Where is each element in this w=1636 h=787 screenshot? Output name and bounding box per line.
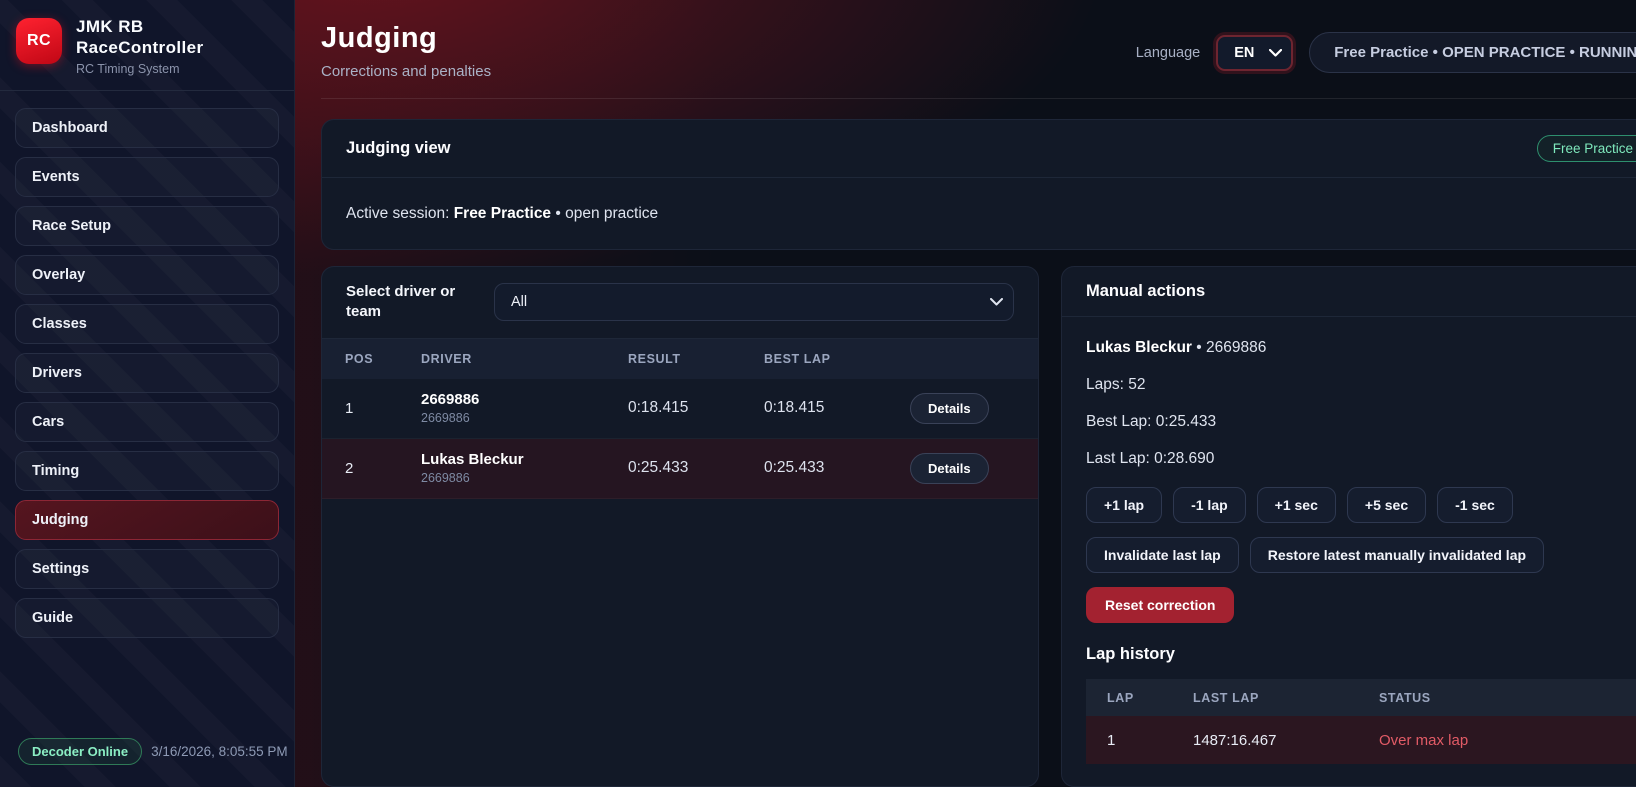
lap-history-title: Lap history — [1086, 645, 1636, 664]
active-session-line: Active session: Free Practice • open pra… — [322, 178, 1636, 250]
table-row-selected[interactable]: 2 Lukas Bleckur 2669886 0:25.433 0:25.43… — [322, 439, 1038, 499]
invalidate-last-lap-button[interactable]: Invalidate last lap — [1086, 537, 1239, 573]
col-best-lap: BEST LAP — [764, 352, 910, 366]
lap-validity-buttons: Invalidate last lap Restore latest manua… — [1086, 537, 1636, 573]
lap-number: 1 — [1107, 732, 1193, 749]
lap-history-header: LAP LAST LAP STATUS — [1086, 679, 1636, 716]
best-lap-line: Best Lap: 0:25.433 — [1086, 413, 1636, 431]
sidebar-item-events[interactable]: Events — [15, 157, 279, 197]
judging-view-title: Judging view — [346, 139, 451, 158]
lap-history-table: LAP LAST LAP STATUS 1 1487:16.467 Over m… — [1086, 679, 1636, 764]
language-select-wrap: EN — [1216, 35, 1293, 71]
plus-1-lap-button[interactable]: +1 lap — [1086, 487, 1162, 523]
details-button[interactable]: Details — [910, 393, 989, 424]
last-lap-line: Last Lap: 0:28.690 — [1086, 450, 1636, 468]
lap-history-row: 1 1487:16.467 Over max lap — [1086, 716, 1636, 764]
sidebar-item-classes[interactable]: Classes — [15, 304, 279, 344]
main-area: Judging Corrections and penalties Langua… — [295, 0, 1636, 787]
row-driver: 2669886 2669886 — [421, 391, 628, 425]
app-title-line1: JMK RB — [76, 16, 203, 37]
decoder-status-badge: Decoder Online — [18, 738, 142, 765]
sidebar: RC JMK RB RaceController RC Timing Syste… — [0, 0, 295, 787]
driver-panel-card: Select driver or team All — [321, 266, 1039, 787]
sidebar-nav: Dashboard Events Race Setup Overlay Clas… — [0, 91, 294, 655]
driver-select-wrap: All — [494, 283, 1014, 321]
driver-table: POS DRIVER RESULT BEST LAP 1 2669886 266… — [322, 339, 1038, 499]
driver-transponder: 2669886 — [421, 411, 628, 425]
app-logo-icon: RC — [16, 18, 62, 64]
driver-select-label: Select driver or team — [346, 282, 472, 323]
lap-status: Over max lap — [1379, 732, 1636, 749]
lap-time: 1487:16.467 — [1193, 732, 1379, 749]
driver-table-header: POS DRIVER RESULT BEST LAP — [322, 339, 1038, 379]
details-button[interactable]: Details — [910, 453, 989, 484]
sidebar-item-race-setup[interactable]: Race Setup — [15, 206, 279, 246]
sidebar-item-settings[interactable]: Settings — [15, 549, 279, 589]
row-pos: 2 — [345, 460, 421, 477]
row-best-lap: 0:25.433 — [764, 459, 910, 477]
header-controls: Language EN Free Practice • OPEN PRACTIC… — [1136, 32, 1636, 73]
row-driver: Lukas Bleckur 2669886 — [421, 451, 628, 485]
sidebar-footer: Decoder Online 3/16/2026, 8:05:55 PM — [0, 722, 294, 787]
active-session-prefix: Active session: — [346, 205, 454, 222]
header-divider — [321, 98, 1636, 99]
sidebar-item-judging[interactable]: Judging — [15, 500, 279, 540]
page-title: Judging — [321, 22, 491, 55]
row-best-lap: 0:18.415 — [764, 399, 910, 417]
selected-driver-number: • 2669886 — [1192, 339, 1266, 356]
active-session-name: Free Practice — [454, 205, 551, 222]
col-lap: LAP — [1107, 691, 1193, 705]
app-title-line2: RaceController — [76, 37, 203, 58]
table-row[interactable]: 1 2669886 2669886 0:18.415 0:18.415 Deta… — [322, 379, 1038, 439]
judging-view-header: Judging view Free Practice — [322, 120, 1636, 178]
driver-select[interactable]: All — [494, 283, 1014, 321]
selected-driver-line: Lukas Bleckur • 2669886 — [1086, 339, 1636, 357]
minus-1-sec-button[interactable]: -1 sec — [1437, 487, 1513, 523]
page-subtitle: Corrections and penalties — [321, 63, 491, 80]
app-subtitle: RC Timing System — [76, 62, 203, 76]
manual-actions-header: Manual actions — [1062, 267, 1636, 317]
col-result: RESULT — [628, 352, 764, 366]
row-result: 0:18.415 — [628, 399, 764, 417]
reset-correction-button[interactable]: Reset correction — [1086, 587, 1234, 623]
sidebar-item-timing[interactable]: Timing — [15, 451, 279, 491]
sidebar-item-drivers[interactable]: Drivers — [15, 353, 279, 393]
sidebar-item-guide[interactable]: Guide — [15, 598, 279, 638]
col-pos: POS — [345, 352, 421, 366]
app-title-block: JMK RB RaceController RC Timing System — [76, 16, 203, 76]
manual-actions-title: Manual actions — [1086, 282, 1205, 301]
manual-actions-card: Manual actions Lukas Bleckur • 2669886 L… — [1061, 266, 1636, 787]
page-header: Judging Corrections and penalties Langua… — [321, 22, 1636, 98]
col-driver: DRIVER — [421, 352, 628, 366]
driver-select-row: Select driver or team All — [322, 267, 1038, 338]
selected-driver-name: Lukas Bleckur — [1086, 339, 1192, 356]
language-label: Language — [1136, 45, 1201, 61]
driver-name: Lukas Bleckur — [421, 451, 628, 468]
laps-line: Laps: 52 — [1086, 376, 1636, 394]
sidebar-item-cars[interactable]: Cars — [15, 402, 279, 442]
col-status: STATUS — [1379, 691, 1636, 705]
page-header-titles: Judging Corrections and penalties — [321, 22, 491, 80]
sidebar-item-overlay[interactable]: Overlay — [15, 255, 279, 295]
sidebar-item-dashboard[interactable]: Dashboard — [15, 108, 279, 148]
manual-actions-body: Lukas Bleckur • 2669886 Laps: 52 Best La… — [1062, 317, 1636, 786]
app-root: RC JMK RB RaceController RC Timing Syste… — [0, 0, 1636, 787]
restore-invalidated-lap-button[interactable]: Restore latest manually invalidated lap — [1250, 537, 1544, 573]
driver-name: 2669886 — [421, 391, 628, 408]
row-pos: 1 — [345, 400, 421, 417]
quick-action-buttons: +1 lap -1 lap +1 sec +5 sec -1 sec — [1086, 487, 1636, 523]
driver-transponder: 2669886 — [421, 471, 628, 485]
row-result: 0:25.433 — [628, 459, 764, 477]
col-last-lap: LAST LAP — [1193, 691, 1379, 705]
judging-view-card: Judging view Free Practice Active sessio… — [321, 119, 1636, 250]
plus-5-sec-button[interactable]: +5 sec — [1347, 487, 1426, 523]
footer-timestamp: 3/16/2026, 8:05:55 PM — [151, 744, 288, 759]
language-select[interactable]: EN — [1216, 35, 1293, 71]
active-session-suffix: • open practice — [551, 205, 658, 222]
session-badge: Free Practice — [1537, 135, 1636, 162]
minus-1-lap-button[interactable]: -1 lap — [1173, 487, 1246, 523]
app-logo-block: RC JMK RB RaceController RC Timing Syste… — [0, 0, 294, 90]
plus-1-sec-button[interactable]: +1 sec — [1257, 487, 1336, 523]
session-status-pill: Free Practice • OPEN PRACTICE • RUNNING — [1309, 32, 1636, 73]
